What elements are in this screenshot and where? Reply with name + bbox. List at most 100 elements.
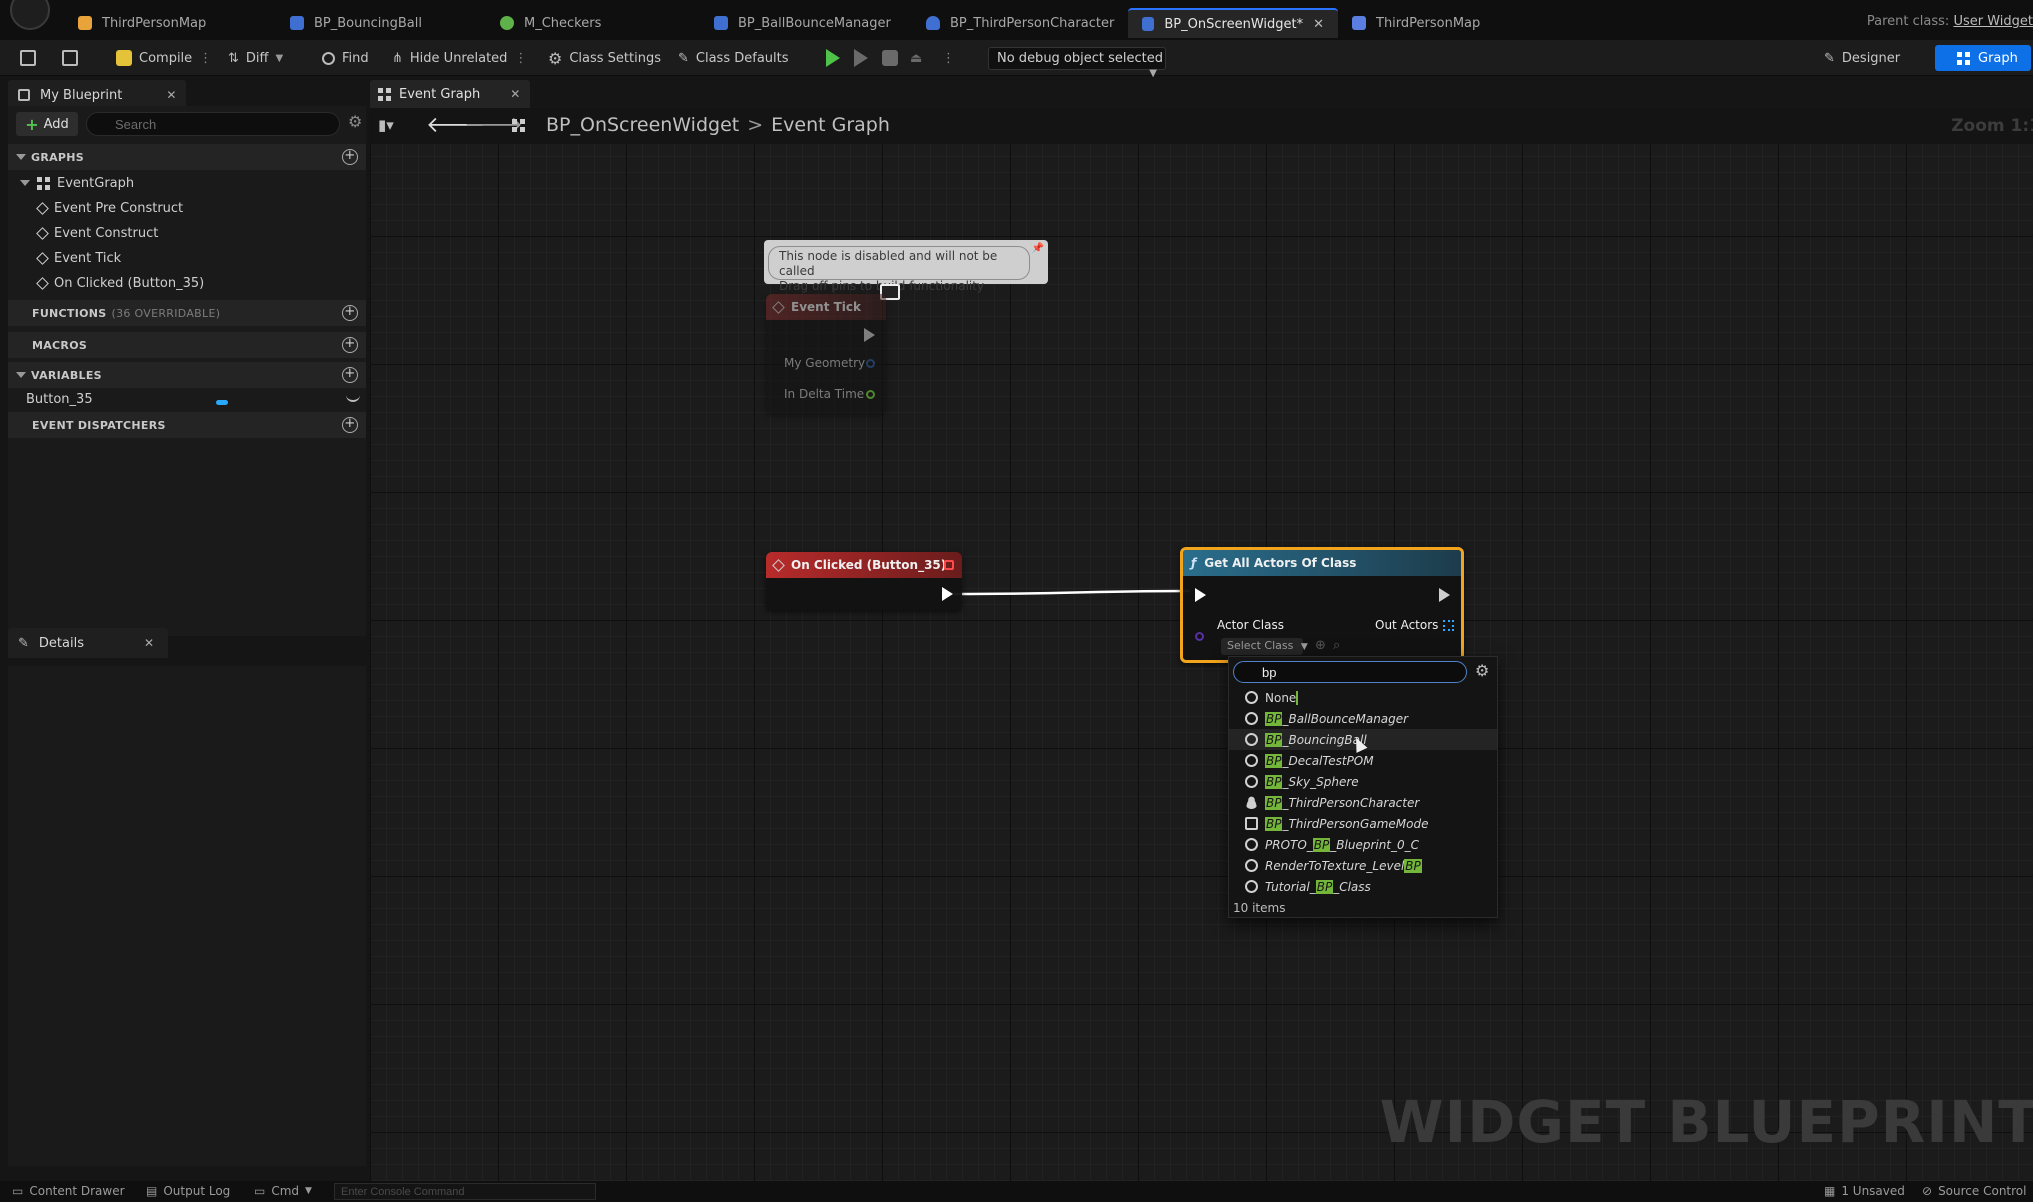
event-graph-tab[interactable]: Event Graph ✕ (370, 80, 530, 108)
pin-label: Actor Class (1217, 618, 1284, 632)
class-pin[interactable] (1195, 632, 1204, 641)
class-option[interactable]: None (1229, 687, 1497, 708)
delegate-pin-icon[interactable] (944, 560, 954, 570)
stop-button[interactable] (882, 47, 898, 69)
event-icon (36, 226, 49, 240)
cmd-button[interactable]: ▭ Cmd ▼ (254, 1184, 312, 1198)
class-option[interactable]: BP_BallBounceManager (1229, 708, 1497, 729)
graphs-section-header[interactable]: GRAPHS + (8, 144, 366, 170)
geometry-pin[interactable] (866, 359, 875, 368)
play-button[interactable] (826, 47, 840, 69)
add-button[interactable]: + Add (16, 112, 78, 136)
tab-thirdpersonmap[interactable]: ThirdPersonMap (78, 10, 206, 36)
material-icon (500, 16, 514, 30)
tab-bp-thirdpersoncharacter[interactable]: BP_ThirdPersonCharacter (926, 10, 1114, 36)
add-graph-icon[interactable]: + (342, 149, 358, 165)
bookmark-icon[interactable]: ▮▾ (378, 116, 394, 134)
add-function-icon[interactable]: + (342, 305, 358, 321)
add-dispatcher-icon[interactable]: + (342, 417, 358, 433)
browse-icon[interactable]: ⌕ (1333, 638, 1340, 653)
content-drawer-button[interactable]: ▭ Content Drawer (12, 1184, 125, 1198)
pin-icon[interactable]: 📌 (1032, 243, 1044, 254)
class-settings-button[interactable]: ⚙ Class Settings (548, 47, 661, 69)
event-tick-node[interactable]: Event Tick My Geometry In Delta Time (766, 294, 886, 414)
add-macro-icon[interactable]: + (342, 337, 358, 353)
gear-icon[interactable]: ⚙ (348, 114, 364, 130)
search-input[interactable] (86, 112, 340, 136)
tree-item-event[interactable]: Event Tick (36, 247, 121, 269)
event-icon (772, 300, 785, 314)
class-option[interactable]: PROTO_BP_Blueprint_0_C (1229, 834, 1497, 855)
hide-unrelated-button[interactable]: ⋔ Hide Unrelated ⋮ (392, 47, 527, 69)
find-button[interactable]: Find (322, 47, 369, 69)
step-button[interactable] (854, 47, 868, 69)
tab-m-checkers[interactable]: M_Checkers (500, 10, 601, 36)
play-options-button[interactable]: ⋮ (942, 47, 955, 69)
tab-bp-onscreenwidget[interactable]: BP_OnScreenWidget* ✕ (1128, 8, 1338, 38)
exec-out-pin[interactable] (1439, 588, 1450, 602)
class-option[interactable]: BP_DecalTestPOM (1229, 750, 1497, 771)
unreal-logo-icon[interactable] (10, 0, 50, 30)
graph-canvas[interactable]: ▮▾ 🡐 🡒 BP_OnScreenWidget > Event Graph Z… (370, 108, 2033, 1181)
tree-item-eventgraph[interactable]: EventGraph (20, 172, 134, 194)
exec-in-pin[interactable] (1195, 588, 1206, 602)
details-tab[interactable]: ✎ Details ✕ (8, 628, 168, 658)
close-tab-icon[interactable]: ✕ (1313, 17, 1324, 32)
tree-item-event[interactable]: On Clicked (Button_35) (36, 272, 204, 294)
gear-icon[interactable]: ⚙ (1475, 663, 1489, 679)
class-option[interactable]: Tutorial_BP_Class (1229, 876, 1497, 897)
get-all-actors-of-class-node[interactable]: ƒ Get All Actors Of Class Actor Class Ou… (1180, 547, 1464, 663)
class-option[interactable]: RenderToTexture_LevelBP (1229, 855, 1497, 876)
close-icon[interactable]: ✕ (166, 88, 176, 102)
breadcrumb-leaf[interactable]: Event Graph (771, 114, 890, 136)
event-icon (36, 276, 49, 290)
class-option-text: None (1265, 690, 1297, 705)
class-option[interactable]: BP_ThirdPersonGameMode (1229, 813, 1497, 834)
output-log-button[interactable]: ▤ Output Log (146, 1184, 230, 1198)
macros-section-header[interactable]: MACROS + (8, 332, 366, 358)
class-settings-label: Class Settings (569, 50, 661, 66)
class-option[interactable]: BP_ThirdPersonCharacter (1229, 792, 1497, 813)
play-icon (826, 49, 840, 67)
variable-label: Button_35 (26, 391, 93, 407)
tree-item-event[interactable]: Event Pre Construct (36, 197, 183, 219)
tab-thirdpersonmap-2[interactable]: ThirdPersonMap (1352, 10, 1480, 36)
variable-type-pill[interactable] (216, 400, 228, 405)
browse-icon[interactable] (62, 47, 78, 69)
source-control-button[interactable]: ⊘ Source Control (1922, 1184, 2026, 1198)
disabled-node-comment[interactable]: This node is disabled and will not be ca… (764, 240, 1048, 293)
tree-item-event[interactable]: Event Construct (36, 222, 158, 244)
add-variable-icon[interactable]: + (342, 367, 358, 383)
use-selected-icon[interactable]: ⊕ (1315, 638, 1326, 653)
designer-mode-button[interactable]: ✎ Designer (1824, 47, 1900, 70)
exec-out-pin[interactable] (864, 328, 875, 342)
breadcrumb-root[interactable]: BP_OnScreenWidget (546, 114, 739, 136)
compile-button[interactable]: Compile ⋮ (116, 47, 212, 69)
variables-section-header[interactable]: VARIABLES + (8, 362, 366, 388)
close-icon[interactable]: ✕ (510, 87, 520, 101)
event-dispatchers-section-header[interactable]: EVENT DISPATCHERS + (8, 412, 366, 438)
console-input[interactable] (334, 1183, 596, 1200)
class-defaults-button[interactable]: ✎ Class Defaults (678, 47, 789, 69)
debug-object-select[interactable]: No debug object selected ▼ (988, 47, 1166, 79)
unsaved-button[interactable]: ▦ 1 Unsaved (1824, 1184, 1905, 1198)
class-picker-dropdown: ✕ ⚙ NoneBP_BallBounceManagerBP_BouncingB… (1228, 656, 1498, 918)
tab-bp-ballbouncemanager[interactable]: BP_BallBounceManager (714, 10, 891, 36)
eject-icon: ⏏ (910, 50, 923, 66)
diff-button[interactable]: ⇅ Diff ▼ (228, 47, 283, 69)
class-option[interactable]: BP_Sky_Sphere (1229, 771, 1497, 792)
select-class-dropdown[interactable]: Select Class ▼ (1221, 638, 1308, 655)
tab-bp-bouncingball[interactable]: BP_BouncingBall (290, 10, 422, 36)
close-icon[interactable]: ✕ (144, 636, 154, 650)
eject-button[interactable]: ⏏ (910, 47, 922, 69)
class-search-input[interactable] (1233, 661, 1467, 683)
parent-class-link[interactable]: User Widget (1953, 14, 2033, 29)
float-pin[interactable] (866, 390, 875, 399)
save-icon[interactable] (20, 47, 36, 69)
on-clicked-node[interactable]: On Clicked (Button_35) (766, 552, 962, 610)
graph-mode-button[interactable]: Graph (1935, 45, 2031, 71)
variable-item[interactable]: Button_35 (26, 388, 93, 410)
exec-out-pin[interactable] (942, 587, 953, 601)
array-pin-icon[interactable] (1443, 620, 1454, 631)
functions-section-header[interactable]: FUNCTIONS (36 OVERRIDABLE) + (8, 300, 366, 326)
